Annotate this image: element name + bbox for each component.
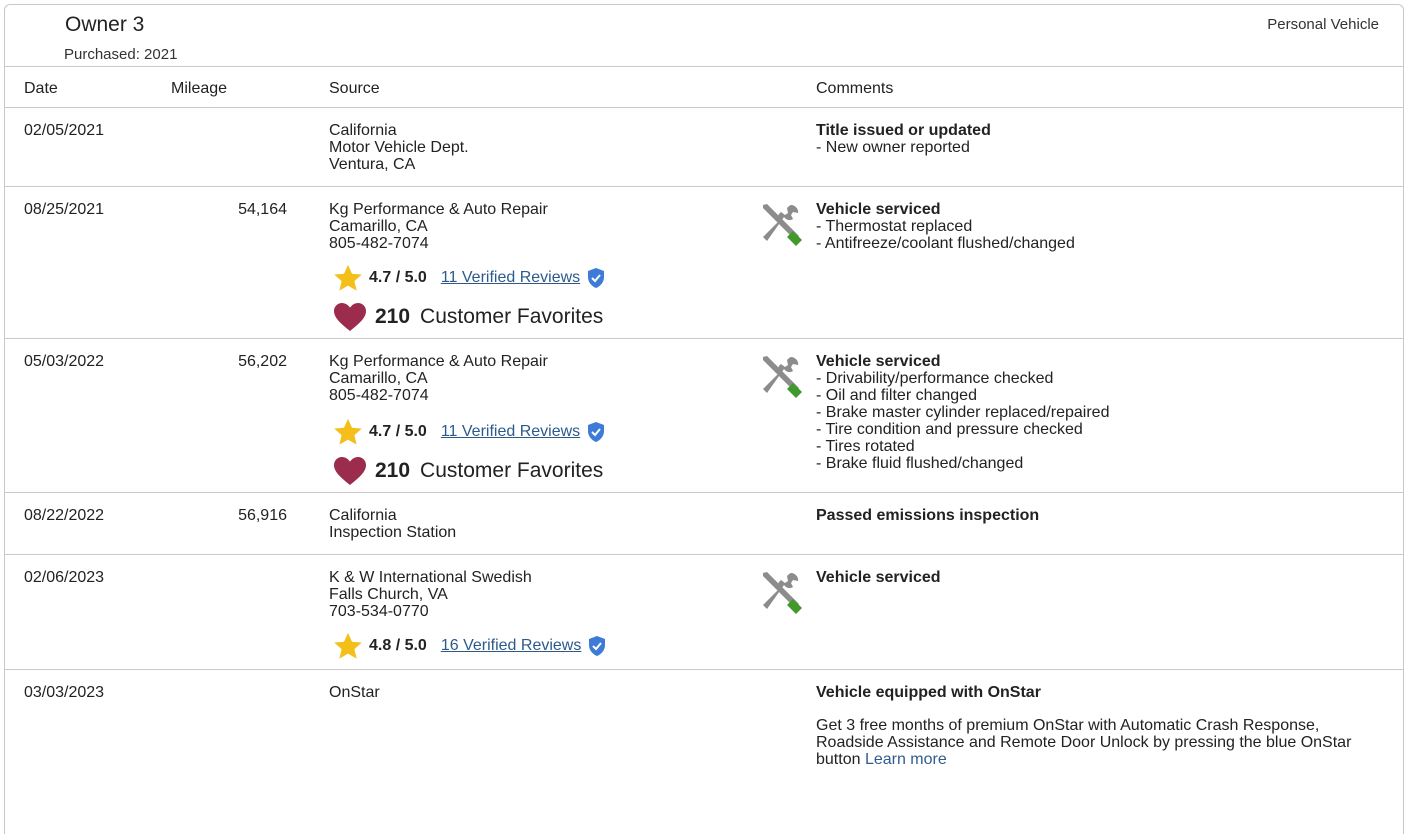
row-mileage: 54,164 [238, 201, 287, 218]
row-source: Kg Performance & Auto Repair Camarillo, … [329, 353, 548, 404]
source-line: Kg Performance & Auto Repair [329, 353, 548, 370]
row-date: 08/22/2022 [24, 507, 105, 524]
table-row: 03/03/2023 OnStar Vehicle equipped with … [5, 670, 1403, 835]
source-line: 805-482-7074 [329, 387, 429, 404]
row-mileage: 56,916 [238, 507, 287, 524]
table-row: 02/05/2021 California Motor Vehicle Dept… [5, 108, 1403, 187]
source-line: OnStar [329, 684, 380, 701]
header-source: Source [329, 80, 380, 97]
table-row: 08/25/2021 54,164 Kg Performance & Auto … [5, 187, 1403, 339]
header-mileage: Mileage [171, 80, 228, 97]
source-line: 805-482-7074 [329, 235, 429, 252]
shop-rating: 4.8 / 5.0 16 Verified Reviews [333, 631, 607, 661]
source-line: Camarillo, CA [329, 370, 428, 387]
learn-more-link[interactable]: Learn more [865, 751, 947, 768]
service-tools-icon [763, 204, 802, 246]
table-row: 02/06/2023 K & W International Swedish F… [5, 555, 1403, 670]
owner-history-card: Owner 3 Purchased: 2021 Personal Vehicle… [4, 4, 1404, 834]
source-line: Camarillo, CA [329, 218, 428, 235]
row-comments: Passed emissions inspection [816, 507, 1386, 524]
verified-reviews-link[interactable]: 16 Verified Reviews [441, 637, 582, 655]
row-date: 08/25/2021 [24, 201, 105, 218]
source-line: Inspection Station [329, 524, 457, 541]
favorites-label: Customer Favorites [420, 305, 604, 328]
comment-title: Vehicle serviced [816, 201, 941, 218]
heart-icon [334, 303, 366, 331]
owner-title: Owner 3 [65, 13, 145, 36]
source-line: Motor Vehicle Dept. [329, 139, 469, 156]
star-icon [334, 418, 362, 445]
rating-score: 4.7 / 5.0 [369, 269, 427, 286]
row-comments: Vehicle serviced [816, 569, 1386, 586]
row-date: 05/03/2022 [24, 353, 105, 370]
star-icon [334, 264, 362, 291]
header-comments: Comments [816, 80, 894, 97]
row-source: California Motor Vehicle Dept. Ventura, … [329, 122, 469, 173]
comment-item: - Antifreeze/coolant flushed/changed [816, 235, 1075, 252]
comment-title: Vehicle serviced [816, 353, 941, 370]
comment-item: - Tire condition and pressure checked [816, 421, 1083, 438]
row-date: 03/03/2023 [24, 684, 105, 701]
row-comments: Vehicle serviced - Thermostat replaced -… [816, 201, 1386, 252]
row-source: K & W International Swedish Falls Church… [329, 569, 532, 620]
verified-shield-icon [589, 636, 606, 656]
comment-item: - Brake fluid flushed/changed [816, 455, 1024, 472]
verified-reviews-link[interactable]: 11 Verified Reviews [441, 269, 580, 287]
service-tools-icon [763, 572, 802, 614]
star-icon [334, 632, 362, 659]
shop-rating: 4.7 / 5.0 11 Verified Reviews [333, 417, 606, 447]
source-line: Kg Performance & Auto Repair [329, 201, 548, 218]
table-row: 08/22/2022 56,916 California Inspection … [5, 493, 1403, 555]
favorites-count: 210 [375, 459, 411, 482]
row-source: OnStar [329, 684, 380, 701]
comment-title: Vehicle equipped with OnStar [816, 684, 1041, 701]
service-tools-icon [763, 356, 802, 398]
comment-title: Passed emissions inspection [816, 507, 1040, 524]
heart-icon [334, 457, 366, 485]
header-date: Date [24, 80, 58, 97]
row-source: Kg Performance & Auto Repair Camarillo, … [329, 201, 548, 252]
row-comments: Vehicle serviced - Drivability/performan… [816, 353, 1386, 472]
row-comments: Vehicle equipped with OnStar Get 3 free … [816, 684, 1386, 768]
comment-item: - Thermostat replaced [816, 218, 973, 235]
rating-score: 4.8 / 5.0 [369, 637, 427, 654]
table-row: 05/03/2022 56,202 Kg Performance & Auto … [5, 339, 1403, 493]
source-line: 703-534-0770 [329, 603, 429, 620]
table-header: Date Mileage Source Comments [5, 66, 1403, 108]
shop-rating: 4.7 / 5.0 11 Verified Reviews [333, 263, 606, 293]
comment-item: - Oil and filter changed [816, 387, 977, 404]
rating-score: 4.7 / 5.0 [369, 423, 427, 440]
row-date: 02/05/2021 [24, 122, 105, 139]
source-line: California [329, 507, 397, 524]
row-date: 02/06/2023 [24, 569, 105, 586]
comment-item: - Brake master cylinder replaced/repaire… [816, 404, 1110, 421]
favorites-label: Customer Favorites [420, 459, 604, 482]
source-line: K & W International Swedish [329, 569, 532, 586]
customer-favorites: 210 Customer Favorites [333, 456, 603, 486]
comment-item: - Drivability/performance checked [816, 370, 1054, 387]
favorites-count: 210 [375, 305, 411, 328]
verified-shield-icon [588, 268, 605, 288]
source-line: California [329, 122, 397, 139]
customer-favorites: 210 Customer Favorites [333, 302, 603, 332]
row-mileage: 56,202 [238, 353, 287, 370]
comment-item: - Tires rotated [816, 438, 915, 455]
source-line: Falls Church, VA [329, 586, 448, 603]
source-line: Ventura, CA [329, 156, 416, 173]
vehicle-type: Personal Vehicle [1267, 16, 1379, 33]
comment-title: Vehicle serviced [816, 569, 941, 586]
verified-shield-icon [588, 422, 605, 442]
comment-title: Title issued or updated [816, 122, 991, 139]
verified-reviews-link[interactable]: 11 Verified Reviews [441, 423, 580, 441]
row-source: California Inspection Station [329, 507, 456, 541]
purchased-year: Purchased: 2021 [64, 46, 178, 63]
comment-item: - New owner reported [816, 139, 970, 156]
row-comments: Title issued or updated - New owner repo… [816, 122, 1386, 156]
onstar-offer-text: Get 3 free months of premium OnStar with… [816, 717, 1356, 768]
